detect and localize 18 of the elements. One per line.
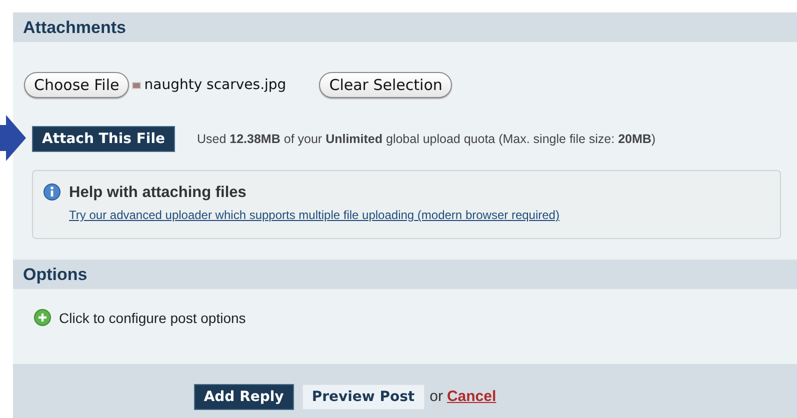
clear-selection-button[interactable]: Clear Selection xyxy=(319,72,452,98)
plus-icon[interactable] xyxy=(34,309,51,326)
arrow-icon xyxy=(0,115,26,161)
section-heading: Attachments xyxy=(23,17,127,39)
cancel-link[interactable]: Cancel xyxy=(446,384,496,410)
advanced-uploader-link[interactable]: Try our advanced uploader which supports multiple file uploading (modern browser required) xyxy=(69,208,560,222)
or-text: or xyxy=(430,387,443,407)
preview-post-button[interactable]: Preview Post xyxy=(302,384,425,410)
attach-file-button[interactable]: Attach This File xyxy=(32,126,175,152)
choose-file-button[interactable]: Choose File xyxy=(24,72,130,98)
help-title: Help with attaching files xyxy=(69,184,248,202)
configure-options-link[interactable]: Click to configure post options xyxy=(59,310,246,326)
image-file-icon xyxy=(132,82,142,88)
section-heading: Options xyxy=(23,264,88,286)
info-icon xyxy=(43,183,61,201)
add-reply-button[interactable]: Add Reply xyxy=(194,384,294,410)
quota-text: Used 12.38MB of your Unlimited global upload quota (Max. single file size: 20MB) xyxy=(197,132,656,146)
file-name: naughty scarves.jpg xyxy=(144,77,286,93)
